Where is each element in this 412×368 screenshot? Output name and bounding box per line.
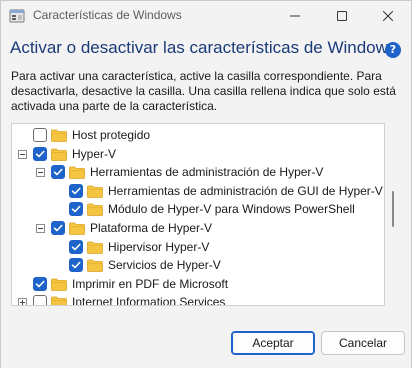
feature-label: Hyper-V — [72, 146, 117, 161]
maximize-icon — [337, 11, 347, 21]
feature-row[interactable]: Hyper-V — [12, 145, 372, 163]
feature-row[interactable]: Herramientas de administración de GUI de… — [12, 182, 383, 200]
checkmark-icon — [53, 224, 63, 232]
feature-row[interactable]: Herramientas de administración de Hyper-… — [12, 163, 372, 181]
folder-icon — [87, 241, 103, 254]
collapse-icon[interactable] — [18, 149, 27, 159]
folder-icon — [87, 203, 103, 217]
expand-icon[interactable] — [18, 298, 27, 305]
feature-label: Host protegido — [72, 128, 151, 142]
feature-checkbox[interactable] — [33, 146, 47, 161]
feature-label: Herramientas de administración de Hyper-… — [90, 165, 324, 180]
collapse-icon[interactable] — [36, 168, 45, 178]
maximize-button[interactable] — [319, 1, 365, 31]
feature-checkbox[interactable] — [51, 165, 65, 180]
dialog-description: Para activar una característica, active … — [11, 69, 396, 113]
window-title: Características de Windows — [33, 8, 182, 22]
feature-row[interactable]: Módulo de Hyper-V para Windows PowerShel… — [12, 200, 372, 218]
folder-icon — [87, 259, 103, 273]
feature-label: Hipervisor Hyper-V — [108, 239, 210, 254]
windows-features-icon — [9, 9, 25, 23]
title-bar[interactable]: Características de Windows — [1, 1, 411, 31]
feature-label: Servicios de Hyper-V — [108, 258, 221, 273]
minimize-icon — [290, 15, 300, 17]
feature-checkbox[interactable] — [69, 202, 83, 217]
dialog-heading: Activar o desactivar las características… — [10, 38, 397, 57]
feature-checkbox[interactable] — [69, 183, 83, 198]
folder-icon — [51, 129, 67, 142]
collapse-icon[interactable] — [36, 224, 45, 233]
feature-label: Módulo de Hyper-V para Windows PowerShel… — [108, 202, 355, 217]
scrollbar-thumb[interactable] — [392, 191, 394, 227]
feature-label: Internet Information Services — [72, 295, 226, 306]
minimize-button[interactable] — [272, 1, 318, 31]
dialog-footer: Aceptar Cancelar — [1, 319, 411, 368]
feature-checkbox[interactable] — [69, 239, 83, 254]
feature-row[interactable]: Host protegido — [12, 126, 372, 144]
feature-label: Imprimir en PDF de Microsoft — [72, 276, 229, 291]
cancel-button[interactable]: Cancelar — [321, 331, 405, 355]
feature-checkbox[interactable] — [51, 221, 65, 235]
close-button[interactable] — [365, 1, 411, 31]
help-icon[interactable]: ? — [385, 42, 401, 58]
tree-scrollbar[interactable] — [385, 123, 399, 306]
folder-icon — [51, 296, 67, 305]
checkmark-icon — [53, 168, 63, 176]
checkmark-icon — [71, 243, 81, 250]
checkmark-icon — [71, 261, 81, 269]
feature-checkbox[interactable] — [33, 128, 47, 142]
folder-icon — [51, 148, 67, 161]
feature-label: Plataforma de Hyper-V — [90, 221, 213, 235]
folder-icon — [87, 185, 103, 198]
accept-button[interactable]: Aceptar — [231, 331, 315, 355]
feature-row[interactable]: Internet Information Services — [12, 293, 372, 306]
checkmark-icon — [71, 187, 81, 195]
feature-label: Herramientas de administración de GUI de… — [108, 183, 383, 198]
feature-checkbox[interactable] — [33, 276, 47, 291]
feature-row[interactable]: Servicios de Hyper-V — [12, 256, 372, 274]
folder-icon — [69, 166, 85, 180]
feature-row[interactable]: Plataforma de Hyper-V — [12, 219, 372, 237]
checkmark-icon — [35, 150, 45, 157]
dialog-window: Características de Windows Activar o des… — [0, 0, 412, 368]
close-icon — [383, 11, 393, 21]
feature-checkbox[interactable] — [33, 295, 47, 305]
checkmark-icon — [71, 206, 81, 213]
feature-row[interactable]: Hipervisor Hyper-V — [12, 238, 372, 256]
feature-row[interactable]: Imprimir en PDF de Microsoft — [12, 275, 372, 293]
folder-icon — [51, 278, 67, 291]
features-tree[interactable]: Host protegido Hyper-V Herramientas de adm… — [11, 123, 385, 306]
feature-checkbox[interactable] — [69, 258, 83, 273]
checkmark-icon — [35, 280, 45, 288]
folder-icon — [69, 222, 85, 235]
